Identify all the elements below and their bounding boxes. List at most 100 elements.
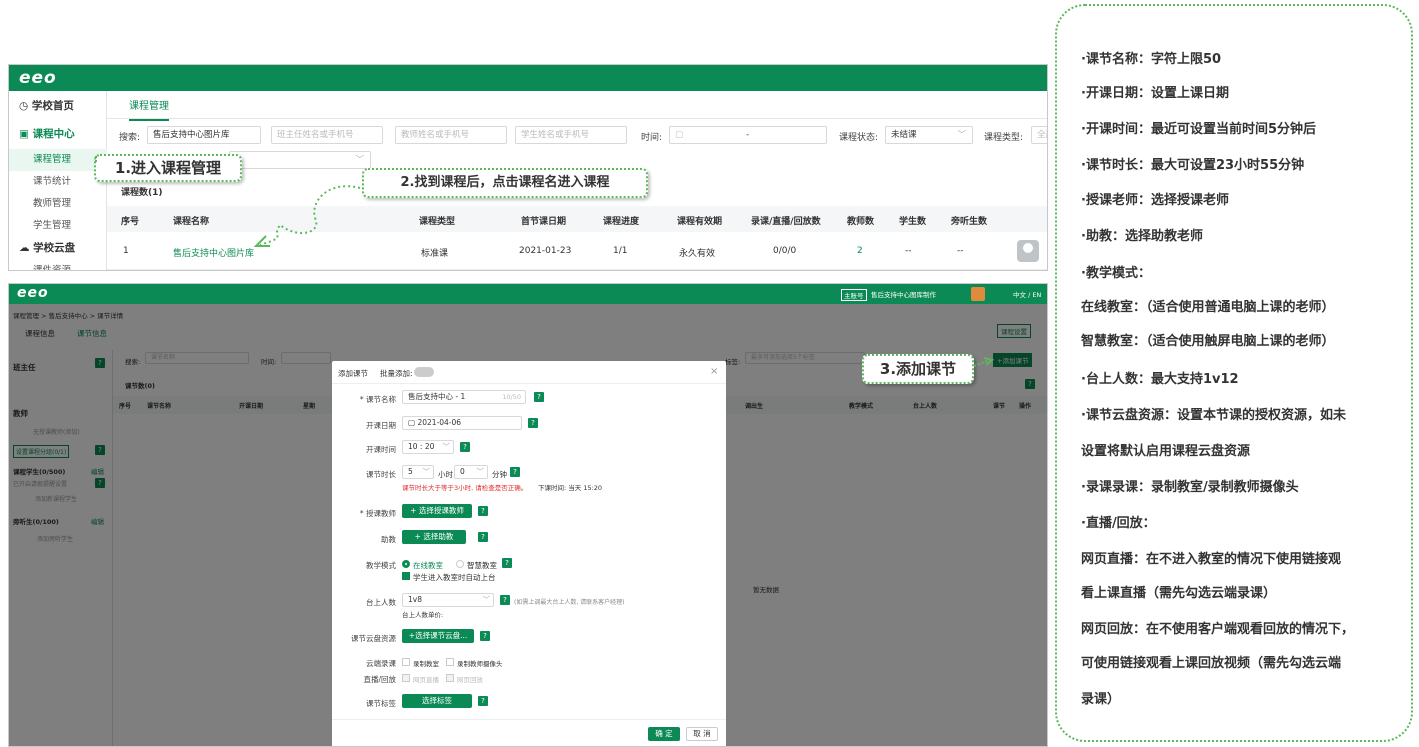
cell-validity: 永久有效	[679, 249, 716, 259]
cancel-button[interactable]: 取 消	[686, 727, 718, 741]
mode-smart-radio[interactable]	[456, 560, 464, 568]
auto-stage-checkbox[interactable]	[402, 572, 410, 580]
duration-label: 课节时长	[366, 470, 396, 479]
help-icon[interactable]: ?	[480, 631, 490, 641]
tab-course-management[interactable]: 课程管理	[129, 97, 169, 121]
help-icon[interactable]: ?	[502, 558, 512, 568]
time-label: 时间:	[641, 133, 663, 143]
bottom-header-bar: eeo 主账号 售后支持中心图库制作 中文 / EN	[9, 284, 1047, 304]
select-assistant-button[interactable]: + 选择助教	[402, 530, 466, 544]
help-icon[interactable]: ?	[528, 418, 538, 428]
tab-bar: 课程管理	[107, 91, 1047, 121]
mode-smart-label: 智慧教室	[467, 561, 497, 570]
duration-hours-select[interactable]: 5 ﹀	[402, 465, 434, 479]
course-status-select[interactable]: 未结课 ﹀	[885, 126, 973, 144]
stage-price-label: 台上人数单价:	[402, 611, 444, 619]
cell-students: --	[905, 246, 912, 256]
note-line: ·录课录课：录制教室/录制教师摄像头	[1081, 480, 1299, 495]
note-line: ·台上人数：最大支持1v12	[1081, 372, 1239, 387]
help-icon[interactable]: ?	[478, 532, 488, 542]
select-cloud-resource-button[interactable]: +选择课节云盘...	[402, 629, 474, 643]
lesson-tag-label: 课节标签	[366, 699, 396, 708]
col-auditors: 旁听生数	[951, 217, 988, 227]
top-header-bar: eeo	[9, 65, 1047, 91]
sidebar-item-school-home[interactable]: ◷ 学校首页	[9, 95, 107, 117]
record-classroom-checkbox[interactable]	[402, 658, 410, 666]
note-line: 网页回放：在不使用客户端观看回放的情况下，	[1081, 622, 1355, 637]
cloud-resource-label: 课节云盘资源	[351, 634, 396, 643]
org-name[interactable]: 售后支持中心图库制作	[871, 289, 936, 299]
close-icon[interactable]: ×	[710, 366, 718, 377]
note-line: 网页直播：在不进入教室的情况下使用链接观	[1081, 552, 1342, 567]
sidebar-item-courseware[interactable]: 课件资源	[9, 260, 107, 270]
record-classroom-label: 录制教室	[413, 660, 439, 668]
note-line: ·教学模式：	[1081, 266, 1151, 281]
start-time-label: 开课时间	[366, 445, 396, 454]
help-icon[interactable]: ?	[534, 392, 544, 402]
student-input[interactable]: 学生姓名或手机号	[515, 126, 627, 144]
duration-warning: 课节时长大于等于3小时, 请检查是否正确。	[402, 484, 528, 492]
help-icon[interactable]: ?	[500, 595, 510, 605]
char-counter: 10/50	[502, 393, 521, 401]
note-line: 设置将默认启用课程云盘资源	[1081, 444, 1251, 459]
hours-unit: 小时	[438, 470, 453, 479]
user-avatar[interactable]	[971, 287, 985, 301]
end-time-text: 下课时间: 当天 15:20	[538, 484, 603, 492]
cloud-recording-label: 云端录课	[366, 659, 396, 668]
live-replay-label: 直播/回放	[363, 675, 396, 684]
help-icon[interactable]: ?	[460, 442, 470, 452]
note-line: ·课节时长：最大可设置23小时55分钟	[1081, 158, 1305, 173]
note-line: ·课节名称：字符上限50	[1081, 52, 1222, 67]
teacher-field-label: * 授课教师	[359, 509, 396, 518]
stage-count-select[interactable]: 1v8 ﹀	[402, 593, 494, 607]
dialog-divider	[332, 383, 726, 384]
note-line: ·开课日期：设置上课日期	[1081, 86, 1229, 101]
record-camera-label: 录制教师摄像头	[457, 660, 503, 668]
batch-add-toggle[interactable]	[414, 367, 434, 377]
cell-teachers[interactable]: 2	[857, 246, 863, 256]
start-date-input[interactable]: ▢ 2021-04-06	[402, 416, 522, 430]
col-students: 学生数	[899, 217, 927, 227]
note-line: 可使用链接观看上课回放视频（需先勾选云端	[1081, 656, 1342, 671]
select-tag-button[interactable]: 选择标签	[402, 694, 472, 708]
cell-first-date: 2021-01-23	[519, 246, 572, 256]
eeo-logo: eeo	[19, 68, 57, 88]
web-live-checkbox[interactable]	[402, 674, 410, 682]
callout-arrow-3	[973, 357, 995, 367]
col-rec-live-replay: 录课/直播/回放数	[751, 217, 821, 227]
select-teacher-button[interactable]: + 选择授课教师	[402, 504, 472, 518]
account-badge: 主账号	[841, 289, 867, 301]
help-icon[interactable]: ?	[478, 696, 488, 706]
course-type-label: 课程类型:	[984, 133, 1024, 143]
help-icon[interactable]: ?	[510, 467, 520, 477]
help-icon[interactable]: ?	[478, 506, 488, 516]
mode-online-radio[interactable]	[402, 560, 410, 568]
language-switch[interactable]: 中文 / EN	[1013, 289, 1041, 299]
confirm-button[interactable]: 确 定	[648, 727, 680, 741]
note-line: ·开课时间：最近可设置当前时间5分钟后	[1081, 122, 1316, 137]
cell-rec-live-replay: 0/0/0	[773, 246, 797, 256]
col-first-date: 首节课日期	[521, 217, 567, 227]
avatar	[1017, 240, 1039, 262]
start-date-label: 开课日期	[366, 421, 396, 430]
start-time-select[interactable]: 10 : 20 ﹀	[402, 440, 454, 454]
col-course-type: 课程类型	[419, 217, 456, 227]
time-range-input[interactable]: ▢ -	[669, 126, 827, 144]
note-line: 看上课直播（需先勾选云端录课）	[1081, 586, 1277, 601]
teacher-input[interactable]: 教师姓名或手机号	[395, 126, 507, 144]
dialog-title: 添加课节	[338, 369, 368, 378]
teaching-mode-label: 教学模式	[366, 561, 396, 570]
web-replay-checkbox[interactable]	[446, 674, 454, 682]
callout-arrows	[95, 156, 361, 247]
cloud-icon: ☁	[19, 242, 34, 254]
cell-progress: 1/1	[613, 246, 628, 256]
col-validity: 课程有效期	[677, 217, 723, 227]
batch-add-label: 批量添加:	[380, 369, 413, 378]
chevron-down-icon: ﹀	[422, 467, 431, 476]
record-camera-checkbox[interactable]	[446, 658, 454, 666]
duration-minutes-select[interactable]: 0 ﹀	[454, 465, 488, 479]
lesson-name-input[interactable]: 售后支持中心 - 1 10/50	[402, 390, 526, 404]
course-type-select[interactable]: 全部	[1031, 126, 1047, 144]
col-progress: 课程进度	[603, 217, 640, 227]
stage-count-hint: (如需上调最大台上人数, 请联系客户经理)	[514, 599, 625, 606]
